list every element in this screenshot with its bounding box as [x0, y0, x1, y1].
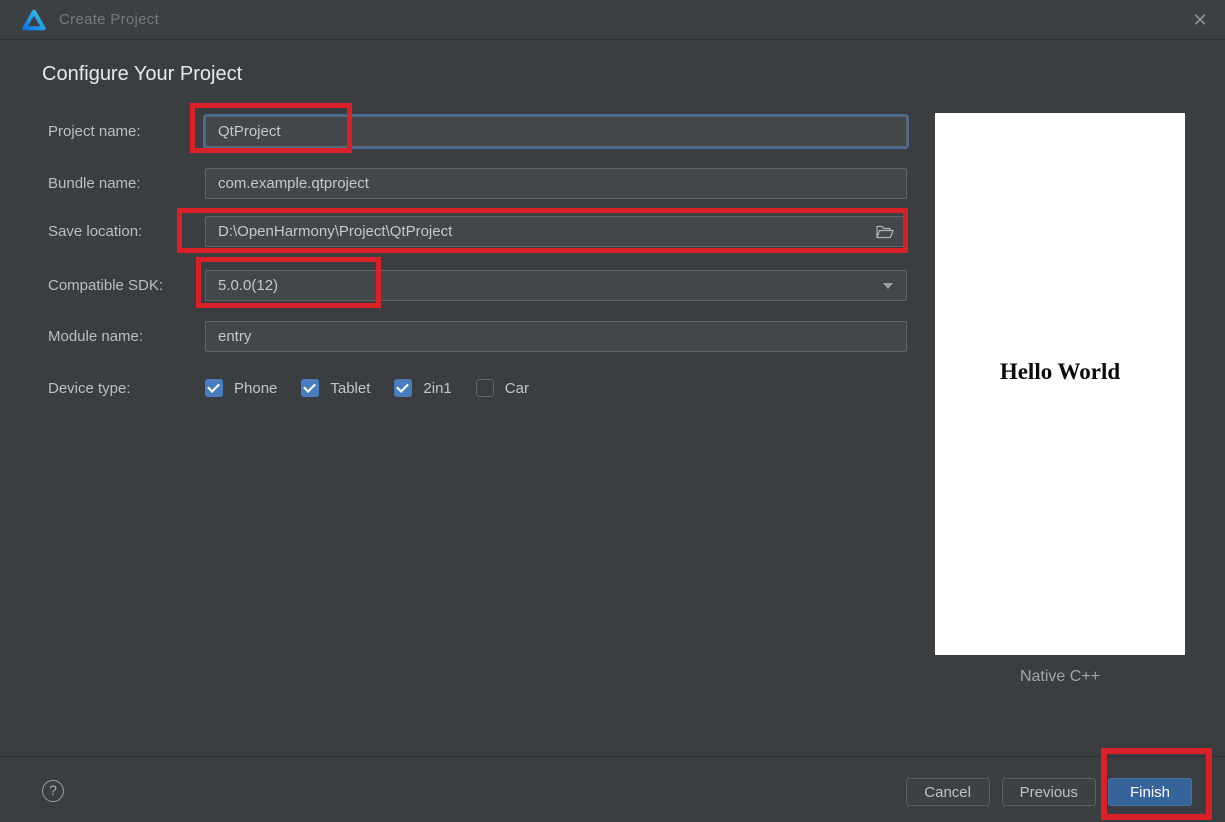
folder-open-icon[interactable]	[870, 217, 900, 246]
device-type-label: Device type:	[48, 379, 131, 397]
previous-button[interactable]: Previous	[1001, 778, 1096, 806]
bundle-name-label: Bundle name:	[48, 175, 141, 192]
template-name-caption: Native C++	[1019, 668, 1101, 685]
save-location-label: Save location:	[48, 223, 143, 240]
window-title: Create Project	[59, 11, 160, 28]
create-project-dialog: Create Project ✕ Configure Your Project …	[0, 0, 1225, 822]
checkbox-2in1-label: 2in1	[423, 379, 452, 397]
checkbox-car-label: Car	[504, 379, 529, 397]
close-icon[interactable]: ✕	[1181, 0, 1219, 40]
compatible-sdk-select[interactable]: 5.0.0(12)	[205, 270, 907, 301]
checkbox-2in1-checked[interactable]	[394, 379, 413, 397]
checkbox-car-unchecked[interactable]	[475, 379, 494, 397]
deveco-studio-logo-icon	[22, 9, 46, 30]
checkbox-phone-checked[interactable]	[205, 379, 223, 397]
module-name-value: entry	[218, 328, 252, 345]
checkbox-tablet-label: Tablet	[330, 379, 371, 397]
module-name-label: Module name:	[48, 328, 144, 345]
device-type-option-phone[interactable]: Phone	[205, 379, 277, 397]
template-preview-canvas: Hello World	[935, 113, 1185, 655]
footer-buttons: Cancel Previous Finish	[905, 778, 1192, 806]
bundle-name-row: Bundle name: com.example.qtproject	[48, 168, 907, 199]
compatible-sdk-value: 5.0.0(12)	[218, 277, 279, 294]
project-name-label: Project name:	[48, 123, 141, 140]
project-name-input[interactable]: QtProject	[205, 116, 907, 147]
bundle-name-input[interactable]: com.example.qtproject	[205, 168, 907, 199]
chevron-down-icon[interactable]	[883, 283, 893, 289]
checkbox-tablet-checked[interactable]	[301, 379, 320, 397]
project-name-row: Project name: QtProject	[48, 116, 907, 147]
device-type-option-2in1[interactable]: 2in1	[394, 379, 452, 397]
project-name-value: QtProject	[218, 123, 281, 140]
checkbox-phone-label: Phone	[234, 379, 278, 397]
compatible-sdk-row: Compatible SDK: 5.0.0(12)	[48, 270, 907, 301]
device-type-option-car[interactable]: Car	[475, 379, 529, 397]
module-name-row: Module name: entry	[48, 321, 907, 352]
save-location-row: Save location: D:\OpenHarmony\Project\Qt…	[48, 216, 907, 247]
save-location-input[interactable]: D:\OpenHarmony\Project\QtProject	[205, 216, 907, 247]
titlebar[interactable]: Create Project ✕	[0, 0, 1225, 40]
device-type-row: Device type: Phone Tablet 2in1 Car	[48, 377, 553, 399]
bundle-name-value: com.example.qtproject	[218, 175, 369, 192]
device-type-option-tablet[interactable]: Tablet	[301, 379, 370, 397]
cancel-button[interactable]: Cancel	[905, 778, 990, 806]
module-name-input[interactable]: entry	[205, 321, 907, 352]
help-icon[interactable]: ?	[42, 780, 64, 802]
dialog-footer: ? Cancel Previous Finish	[0, 756, 1225, 822]
save-location-value: D:\OpenHarmony\Project\QtProject	[218, 223, 453, 240]
page-title: Configure Your Project	[42, 63, 243, 85]
preview-hello-world-text: Hello World	[999, 359, 1121, 384]
finish-button[interactable]: Finish	[1108, 778, 1192, 806]
compatible-sdk-label: Compatible SDK:	[48, 277, 164, 294]
